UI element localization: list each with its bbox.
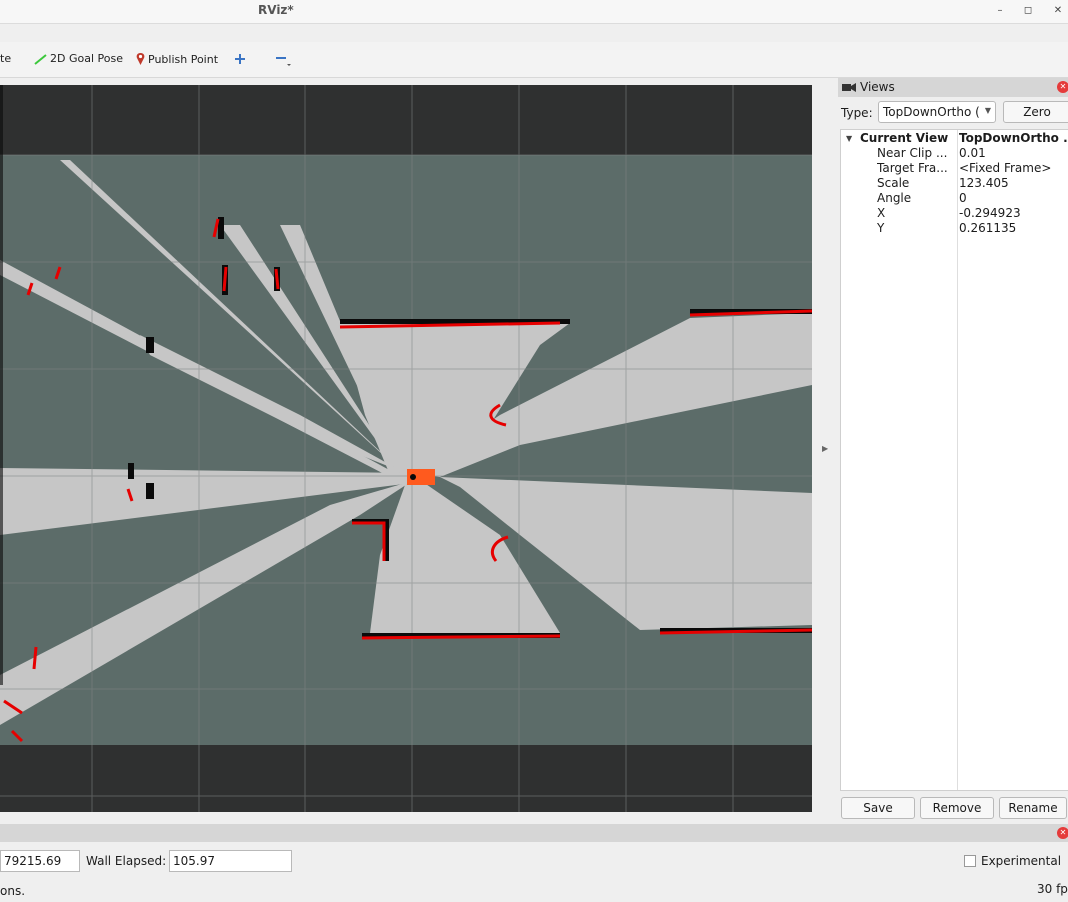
add-tool-button[interactable]: [234, 52, 248, 68]
goal-pose-label: 2D Goal Pose: [50, 52, 123, 65]
property-value[interactable]: 0.01: [959, 146, 1068, 161]
property-value[interactable]: 0: [959, 191, 1068, 206]
view-properties-tree: ▼ Current View TopDownOrtho ... Near Cli…: [840, 129, 1068, 791]
close-window-icon[interactable]: ✕: [1050, 3, 1066, 19]
property-row-scale[interactable]: Scale 123.405: [841, 176, 1068, 191]
save-view-button[interactable]: Save: [841, 797, 915, 819]
property-value[interactable]: <Fixed Frame>: [959, 161, 1068, 176]
minus-icon: [276, 57, 291, 66]
property-row-y[interactable]: Y 0.261135: [841, 221, 1068, 236]
remove-view-button[interactable]: Remove: [920, 797, 994, 819]
wall-elapsed-field[interactable]: 105.97: [169, 850, 292, 872]
minimize-icon[interactable]: –: [992, 3, 1008, 19]
window-title: RViz*: [258, 3, 294, 17]
expand-arrow-icon[interactable]: ▼: [846, 131, 852, 146]
render-viewport[interactable]: [0, 85, 812, 812]
time-panel-header: ✕: [0, 824, 1068, 842]
toolbar: te 2D Goal Pose Publish Point: [0, 42, 1068, 78]
restore-icon[interactable]: ◻: [1020, 3, 1036, 19]
menu-bar: [0, 24, 1068, 42]
ros-elapsed-field[interactable]: 79215.69: [0, 850, 80, 872]
time-panel: ✕ 79215.69 Wall Elapsed: 105.97 Experime…: [0, 824, 1068, 902]
rename-view-button[interactable]: Rename: [999, 797, 1067, 819]
robot-center: [410, 474, 416, 480]
property-row-target-frame[interactable]: Target Fra... <Fixed Frame>: [841, 161, 1068, 176]
property-name: Near Clip ...: [877, 146, 948, 160]
property-row-angle[interactable]: Angle 0: [841, 191, 1068, 206]
property-row-current-view[interactable]: ▼ Current View TopDownOrtho ...: [841, 131, 1068, 146]
property-value: TopDownOrtho ...: [959, 131, 1068, 145]
map-pin-icon: [136, 53, 145, 65]
partial-tool-button[interactable]: te: [0, 52, 11, 68]
zero-button[interactable]: Zero: [1003, 101, 1068, 123]
publish-point-label: Publish Point: [148, 53, 219, 66]
status-text: ons.: [0, 884, 26, 898]
fps-readout: 30 fp: [1037, 882, 1068, 896]
type-label: Type:: [841, 106, 873, 120]
property-name: Scale: [877, 176, 910, 190]
property-value[interactable]: 123.405: [959, 176, 1068, 191]
view-type-value: TopDownOrtho (: [883, 105, 980, 119]
property-value[interactable]: 0.261135: [959, 221, 1068, 236]
property-name: Target Fra...: [877, 161, 948, 175]
occupancy-map: [0, 85, 812, 812]
property-row-near-clip[interactable]: Near Clip ... 0.01: [841, 146, 1068, 161]
remove-tool-button[interactable]: [275, 52, 293, 68]
property-name: Current View: [860, 131, 949, 145]
plus-icon: [235, 54, 245, 64]
title-bar: RViz* – ◻ ✕: [0, 0, 1068, 24]
views-panel-header: Views ✕: [838, 78, 1068, 97]
goal-pose-button[interactable]: 2D Goal Pose: [34, 52, 123, 68]
camera-icon: [842, 83, 856, 92]
views-close-icon[interactable]: ✕: [1057, 81, 1068, 93]
publish-point-button[interactable]: Publish Point: [135, 52, 218, 68]
splitter-arrow-icon[interactable]: ▶: [822, 444, 828, 453]
views-panel: Views ✕ Type: TopDownOrtho ( ▼ Zero ▼ Cu…: [838, 78, 1068, 824]
time-close-icon[interactable]: ✕: [1057, 827, 1068, 839]
view-type-select[interactable]: TopDownOrtho ( ▼: [878, 101, 996, 123]
views-panel-title: Views: [860, 80, 895, 94]
green-arrow-icon: [34, 54, 47, 65]
property-row-x[interactable]: X -0.294923: [841, 206, 1068, 221]
property-name: Y: [877, 221, 885, 235]
wall-elapsed-label: Wall Elapsed:: [86, 854, 167, 868]
experimental-label: Experimental: [981, 854, 1062, 868]
chevron-down-icon: ▼: [984, 106, 991, 115]
property-value[interactable]: -0.294923: [959, 206, 1068, 221]
property-name: Angle: [877, 191, 912, 205]
experimental-checkbox[interactable]: [964, 855, 976, 867]
property-name: X: [877, 206, 886, 220]
